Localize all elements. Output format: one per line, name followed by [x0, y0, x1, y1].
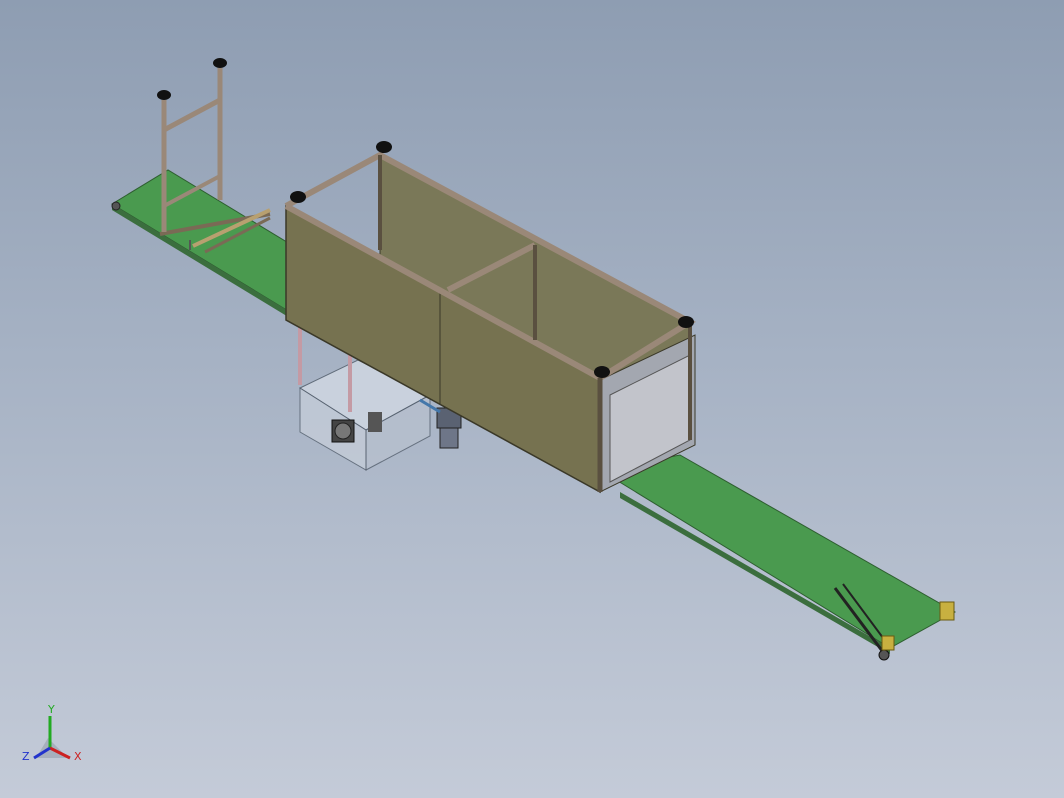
- coordinate-triad: Y X Z: [22, 703, 82, 763]
- upright-crossbar-top: [162, 97, 222, 133]
- component-block: [368, 412, 382, 432]
- motor-bracket: [881, 635, 895, 651]
- x-axis-label: X: [74, 750, 82, 763]
- leveling-foot-icon: [213, 58, 227, 68]
- leveling-foot-icon: [376, 141, 392, 153]
- fan-blade-icon: [334, 422, 352, 440]
- right-conveyor[interactable]: [598, 454, 957, 661]
- leveling-foot-icon: [157, 90, 171, 100]
- drive-pulley-icon: [878, 649, 890, 661]
- cad-model[interactable]: [0, 0, 1064, 798]
- leveling-foot-icon: [678, 316, 694, 328]
- y-axis-label: Y: [47, 703, 55, 716]
- leveling-foot-icon: [290, 191, 306, 203]
- left-conveyor[interactable]: [111, 169, 301, 318]
- belt-end-bracket: [939, 601, 955, 621]
- z-axis-label: Z: [22, 750, 30, 763]
- left-conveyor-end-roller: [111, 201, 121, 211]
- gear-motor-drive: [439, 427, 459, 449]
- leveling-foot-icon: [594, 366, 610, 378]
- right-conveyor-belt: [598, 454, 957, 649]
- graphics-viewport[interactable]: Y X Z: [0, 0, 1064, 798]
